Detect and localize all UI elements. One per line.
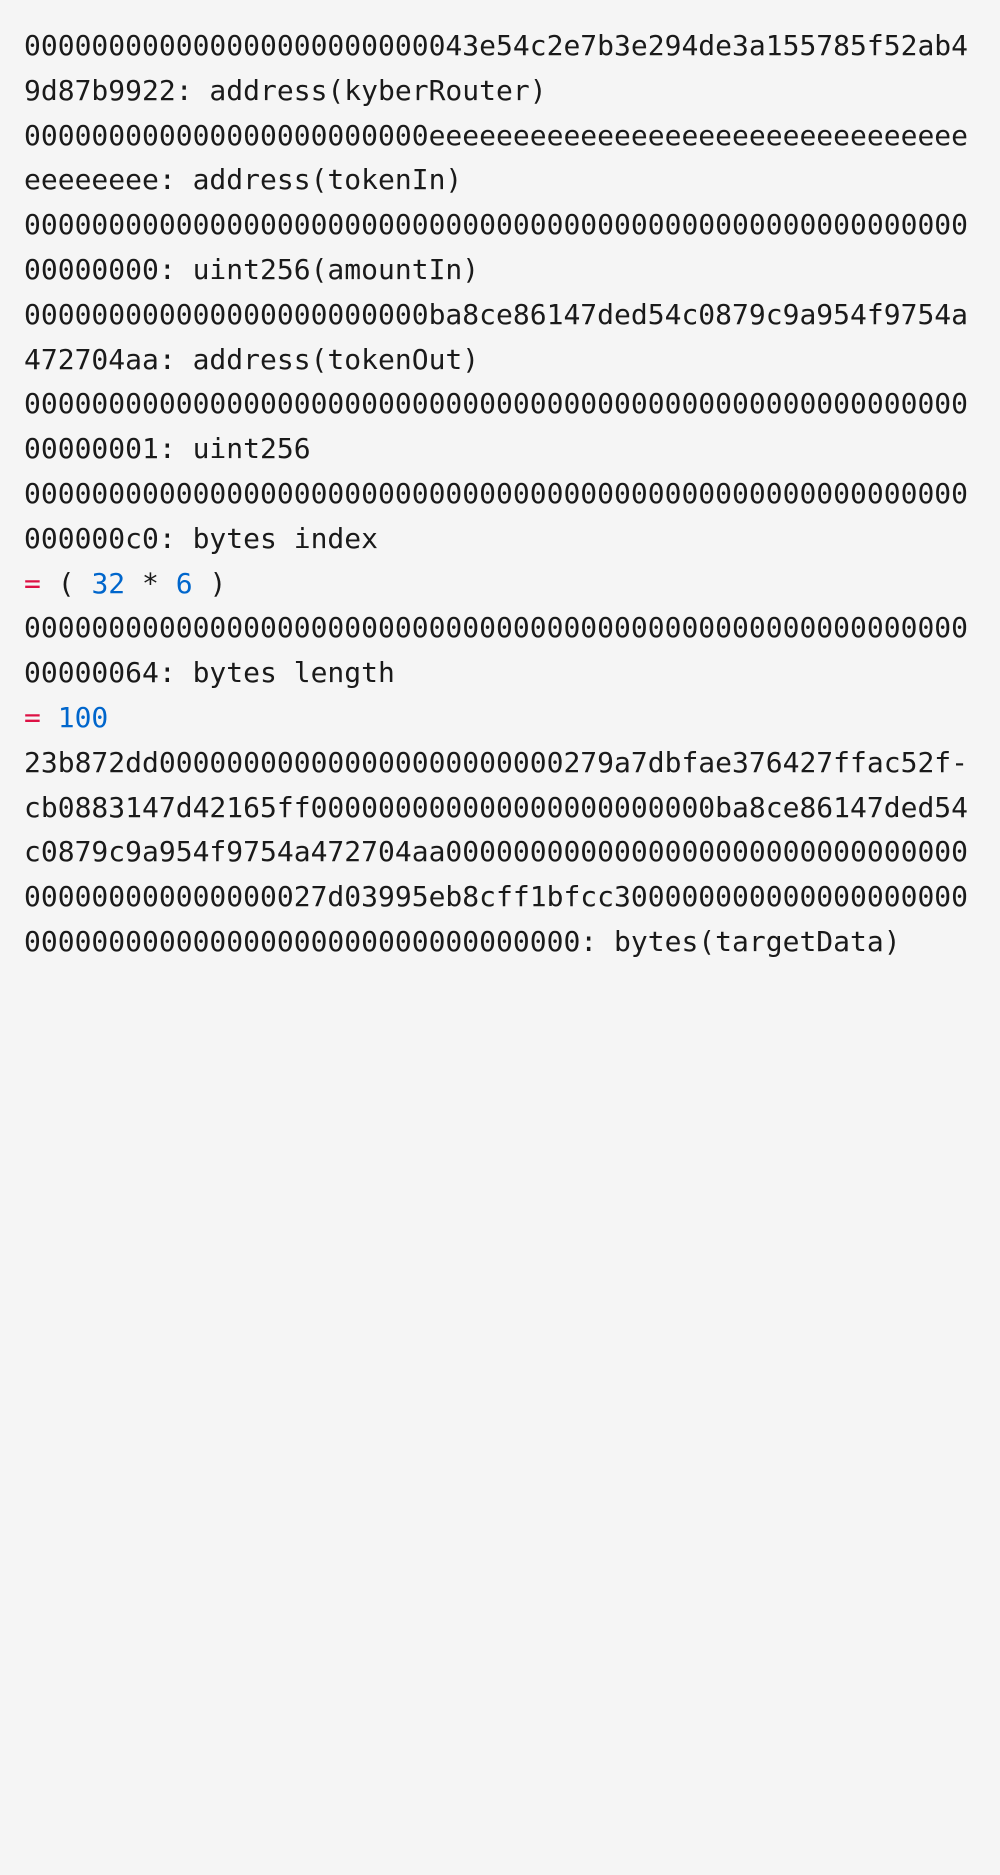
equals-sign: = bbox=[24, 567, 41, 600]
equals-sign: = bbox=[24, 701, 41, 734]
hex-line-token-out: 000000000000000000000000ba8ce86147ded54c… bbox=[24, 293, 976, 383]
hex-line-token-in: 000000000000000000000000eeeeeeeeeeeeeeee… bbox=[24, 114, 976, 204]
open-paren: ( bbox=[41, 567, 92, 600]
expr-line-length-value: = 100 bbox=[24, 696, 976, 741]
hex-line-target-data-2: cb0883147d42165ff00000000000000000000000… bbox=[24, 786, 976, 965]
close-paren: ) bbox=[193, 567, 227, 600]
expr-line-index-calc: = ( 32 * 6 ) bbox=[24, 562, 976, 607]
hex-line-amount-in: 0000000000000000000000000000000000000000… bbox=[24, 203, 976, 293]
hex-line-bytes-index: 0000000000000000000000000000000000000000… bbox=[24, 472, 976, 562]
code-block: 000000000000000000000000043e54c2e7b3e294… bbox=[24, 24, 976, 965]
hex-line-kyber-router: 000000000000000000000000043e54c2e7b3e294… bbox=[24, 24, 976, 114]
hex-line-uint256: 0000000000000000000000000000000000000000… bbox=[24, 382, 976, 472]
space bbox=[41, 701, 58, 734]
number-6: 6 bbox=[176, 567, 193, 600]
multiply-op: * bbox=[125, 567, 176, 600]
number-32: 32 bbox=[91, 567, 125, 600]
hex-line-target-data-1: 23b872dd000000000000000000000000279a7dbf… bbox=[24, 741, 976, 786]
number-100: 100 bbox=[58, 701, 109, 734]
hex-line-bytes-length: 0000000000000000000000000000000000000000… bbox=[24, 606, 976, 696]
